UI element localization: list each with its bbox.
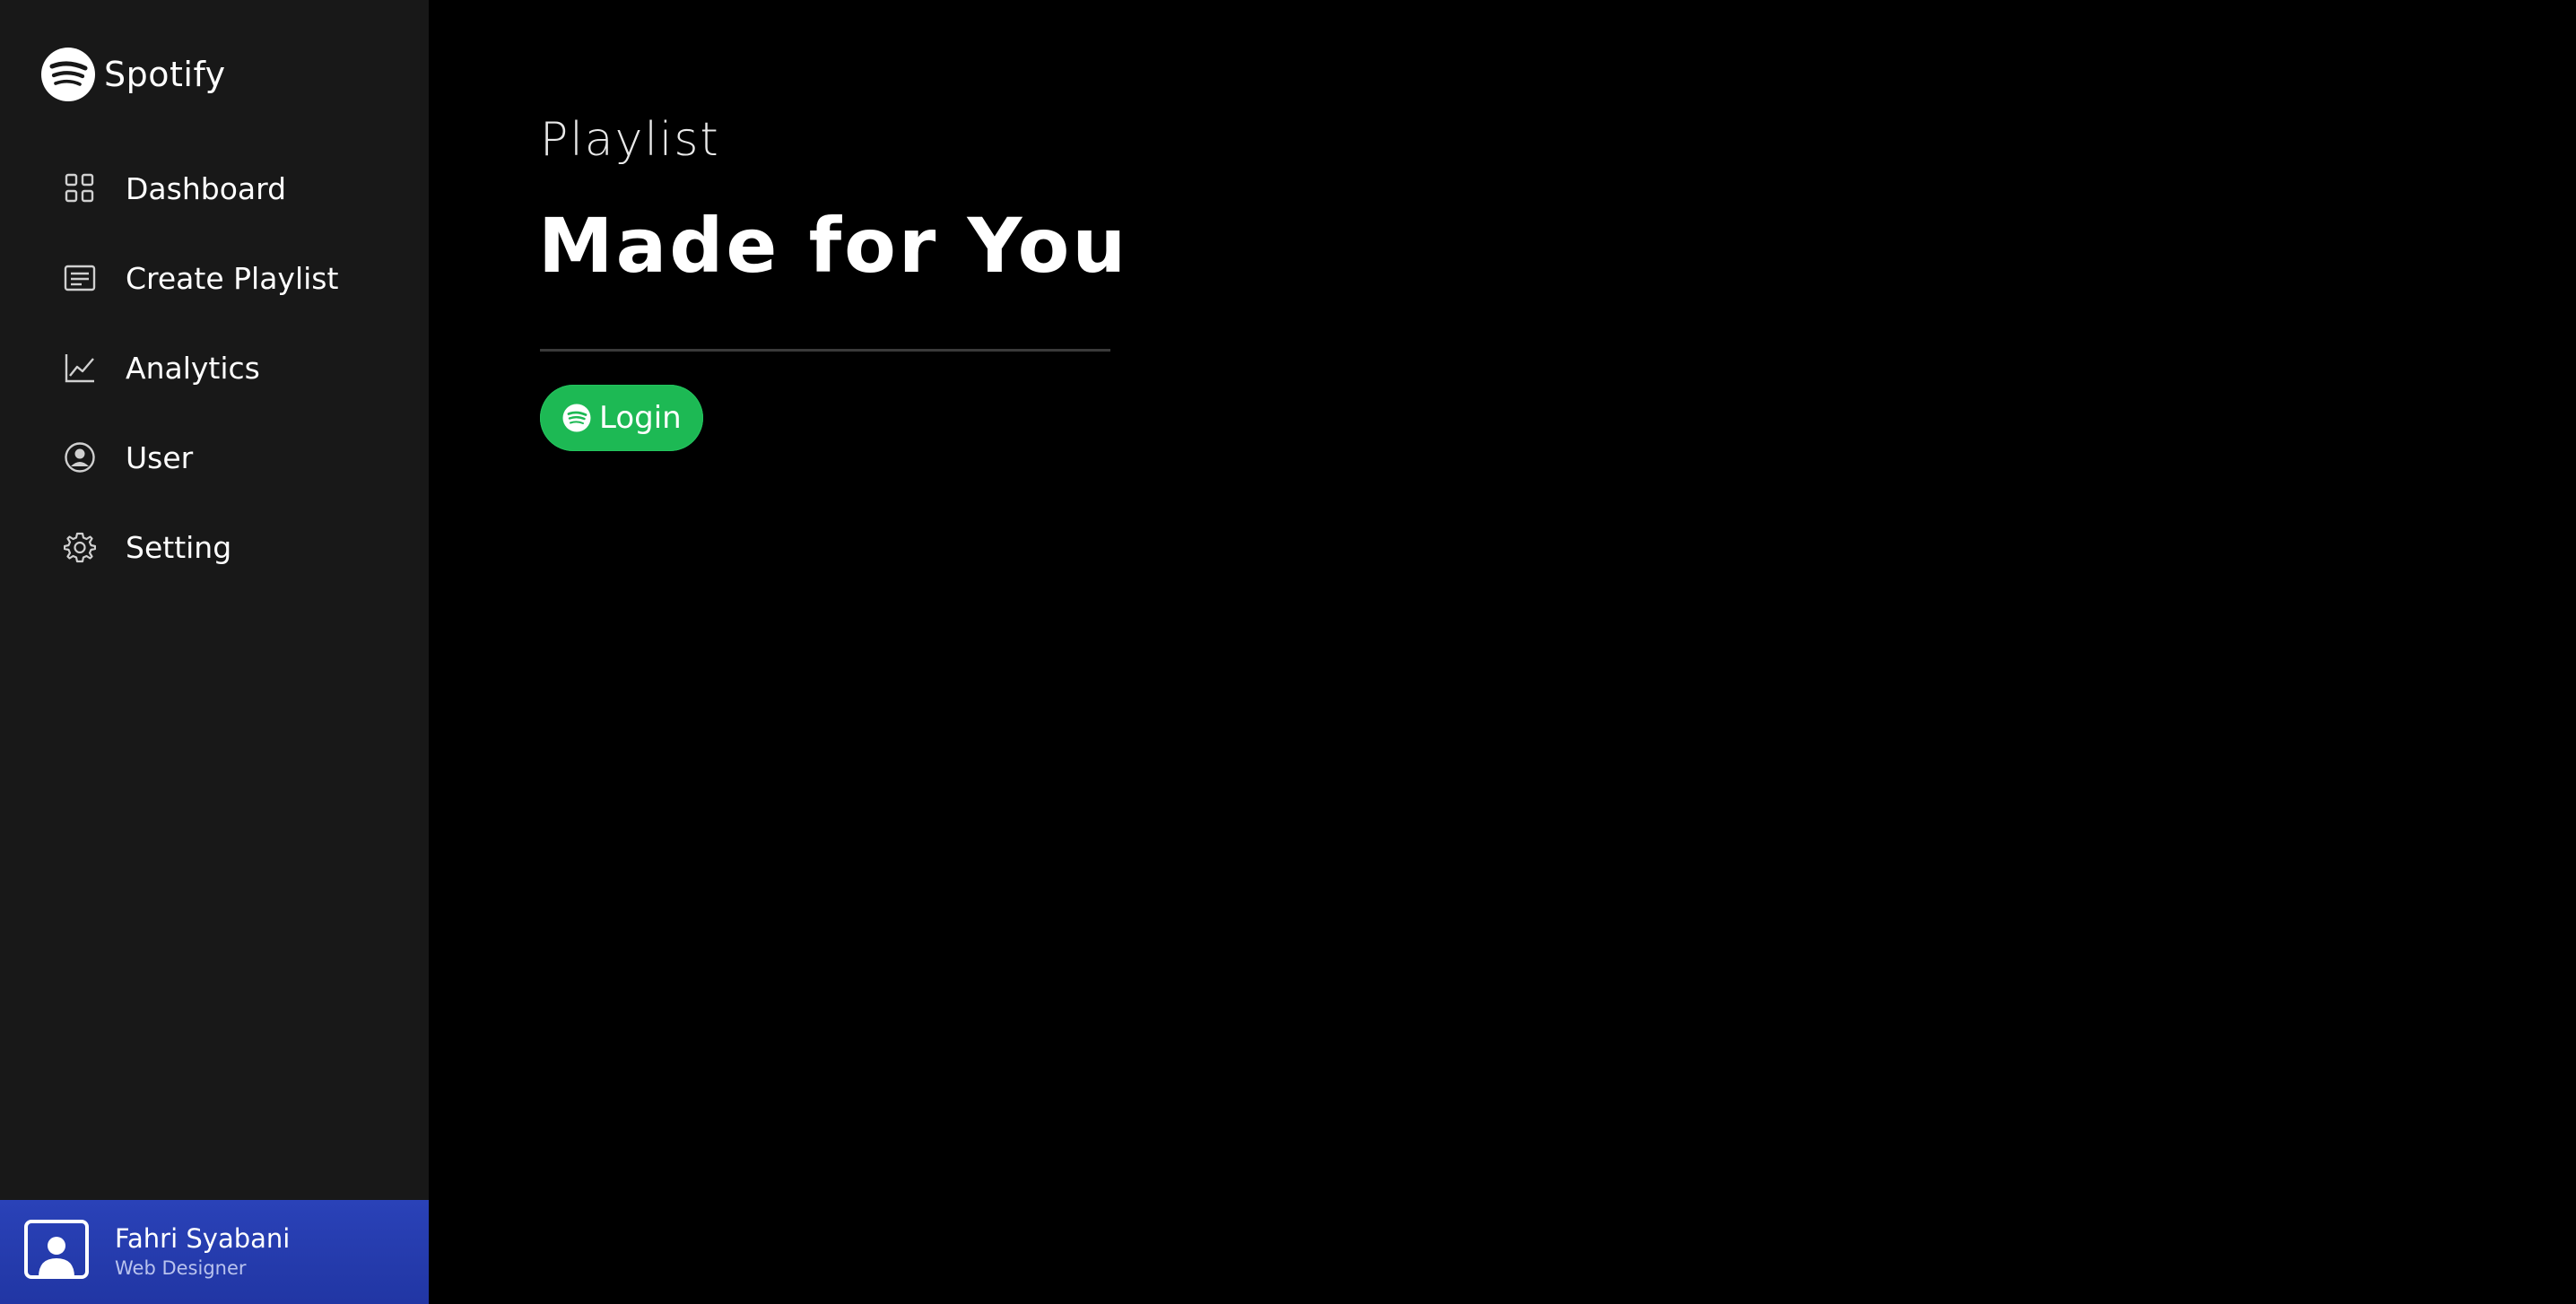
app-window: Spotify Dashboard Create Playlist Analyt… <box>0 0 2576 1304</box>
user-info: Fahri Syabani Web Designer <box>115 1222 290 1282</box>
user-name: Fahri Syabani <box>115 1223 291 1254</box>
sidebar-item-label: User <box>126 439 194 475</box>
sidebar-item-label: Setting <box>126 529 232 565</box>
sidebar-item-label: Analytics <box>126 350 260 386</box>
sidebar-item-analytics[interactable]: Analytics <box>63 341 260 395</box>
sidebar: Spotify Dashboard Create Playlist Analyt… <box>0 0 429 1304</box>
login-button-label: Login <box>599 400 682 436</box>
sidebar-item-create-playlist[interactable]: Create Playlist <box>63 251 338 305</box>
list-icon <box>63 261 97 295</box>
sidebar-item-user[interactable]: User <box>63 430 193 484</box>
grid-icon <box>63 171 97 205</box>
user-profile-card[interactable]: Fahri Syabani Web Designer <box>0 1200 429 1304</box>
user-role: Web Designer <box>115 1257 247 1279</box>
sidebar-item-setting[interactable]: Setting <box>63 520 231 574</box>
brand[interactable]: Spotify <box>40 47 226 102</box>
gear-icon <box>63 530 97 564</box>
user-circle-icon <box>63 440 97 474</box>
line-chart-icon <box>63 351 97 385</box>
sidebar-item-label: Create Playlist <box>126 260 339 296</box>
sidebar-item-label: Dashboard <box>126 170 287 206</box>
login-button[interactable]: Login <box>540 385 703 451</box>
page-title: Made for You <box>538 202 1129 290</box>
main-content: Playlist Made for You Login <box>429 0 2576 1304</box>
divider <box>540 349 1110 352</box>
sidebar-item-dashboard[interactable]: Dashboard <box>63 161 286 215</box>
user-avatar-icon <box>24 1220 89 1279</box>
spotify-logo-icon <box>41 48 95 101</box>
section-eyebrow: Playlist <box>540 113 720 167</box>
spotify-logo-icon <box>562 404 591 432</box>
brand-name: Spotify <box>104 55 226 94</box>
